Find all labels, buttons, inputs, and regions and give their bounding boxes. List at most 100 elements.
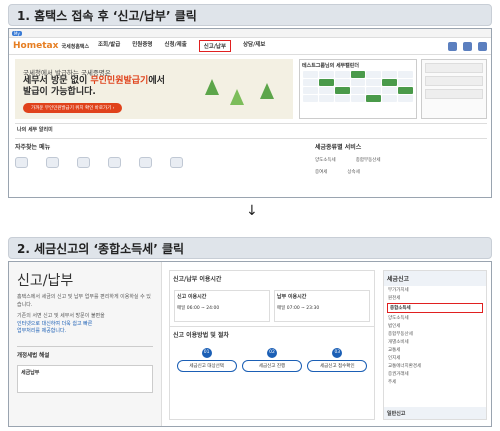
calendar-day[interactable]	[334, 87, 350, 94]
quick-menu-icon[interactable]	[170, 157, 183, 168]
banner-line2c: 에서	[148, 76, 165, 86]
calendar-day[interactable]	[398, 71, 413, 78]
step-label: 세금신고 대상선택	[176, 360, 237, 372]
pay-time-title: 납부 이용시간	[277, 294, 307, 300]
service-item[interactable]: 상속세	[347, 169, 359, 175]
tax-report-sidebar: 세금신고 부가가치세 원천세 종합소득세 양도소득세 법인세 종합부동산세 개별…	[383, 270, 487, 420]
step2-heading-text: 2. 세금신고의 ‘종합소득세’ 클릭	[17, 241, 185, 256]
process-step[interactable]: 02 세금신고 진행	[241, 348, 302, 372]
menu-icon[interactable]	[478, 41, 487, 51]
sidebar-item[interactable]: 인지세	[384, 354, 486, 362]
banner-kiosk: 무인민원발급기	[90, 76, 149, 86]
tax-payment-label: 세금납부	[21, 369, 40, 376]
calendar-day[interactable]	[366, 95, 382, 102]
nav-consult[interactable]: 상담/제보	[243, 40, 265, 52]
sidebar-item[interactable]: 법인세	[384, 322, 486, 330]
calendar-day[interactable]	[398, 79, 413, 86]
calendar-day[interactable]	[382, 87, 398, 94]
report-time-box: 신고 이용시간매일 06:00 ~ 24:00	[174, 290, 270, 322]
calendar-day[interactable]	[318, 95, 334, 102]
pay-time-box: 납부 이용시간매일 07:00 ~ 23:30	[274, 290, 370, 322]
calendar-day[interactable]	[366, 79, 382, 86]
calendar-day[interactable]	[303, 87, 318, 94]
calendar-day[interactable]	[334, 71, 350, 78]
calendar-day[interactable]	[303, 95, 318, 102]
calendar-day[interactable]	[350, 79, 366, 86]
tax-payment-box[interactable]: 세금납부	[17, 364, 153, 393]
sidebar-item[interactable]: 교통세	[384, 346, 486, 354]
service-item[interactable]: 종합부동산세	[356, 157, 381, 163]
banner-line3: 발급이 가능합니다.	[23, 87, 96, 97]
quick-menu-icon[interactable]	[15, 157, 28, 168]
calendar-day[interactable]	[350, 71, 366, 78]
quick-menu-area: 자주찾는 메뉴 세금종류별 서비스 양도소득세 종합부동산세 증여세 상속세	[15, 142, 487, 196]
user-info-box	[425, 76, 483, 86]
calendar-day[interactable]	[398, 87, 413, 94]
process-step[interactable]: 01 세금신고 대상선택	[176, 348, 237, 372]
search-icon[interactable]	[463, 41, 472, 51]
report-time-title: 신고 이용시간	[177, 294, 207, 300]
step-number: 02	[266, 348, 277, 358]
sidebar-item[interactable]: 양도소득세	[384, 314, 486, 322]
report-time-value: 매일 06:00 ~ 24:00	[177, 306, 220, 311]
sidebar-item[interactable]: 주세	[384, 378, 486, 386]
report-desc4: 업무처리를 제공합니다.	[17, 328, 67, 334]
calendar-day[interactable]	[334, 79, 350, 86]
hometax-screenshot: My Hometax 국세청홈택스 조회/발급 민원증명 신청/제출 신고/납부…	[8, 28, 492, 198]
sidebar-item[interactable]: 부가가치세	[384, 286, 486, 294]
sidebar-item[interactable]: 원천세	[384, 294, 486, 302]
calendar-day[interactable]	[318, 71, 334, 78]
report-title: 신고/납부	[17, 273, 74, 289]
hometax-logo[interactable]: Hometax 국세청홈택스	[13, 41, 98, 51]
service-item[interactable]: 양도소득세	[315, 157, 336, 163]
calendar-day[interactable]	[318, 87, 334, 94]
calendar-day[interactable]	[350, 87, 366, 94]
report-desc2: 기존의 서면 신고 및 세무서 방문이 불편을 인터넷으로 대신하여 더욱 쉽고 …	[9, 313, 161, 336]
calendar-day[interactable]	[382, 79, 398, 86]
calendar-day[interactable]	[366, 87, 382, 94]
calendar-day[interactable]	[366, 71, 382, 78]
calendar-day[interactable]	[382, 71, 398, 78]
process-step[interactable]: 03 세금신고 접수확인	[307, 348, 368, 372]
nav-apply[interactable]: 신청/제출	[165, 40, 187, 52]
calendar-day[interactable]	[350, 95, 366, 102]
tax-law-section[interactable]: 개정세법 해설	[17, 345, 153, 359]
calendar-day[interactable]	[318, 79, 334, 86]
nav-inquiry[interactable]: 조회/발급	[98, 40, 120, 52]
mysite-pill[interactable]: My	[12, 30, 22, 36]
quick-menu-icon[interactable]	[77, 157, 90, 168]
step2-heading: 2. 세금신고의 ‘종합소득세’ 클릭	[8, 237, 492, 259]
quick-menu-icon[interactable]	[139, 157, 152, 168]
calendar-day[interactable]	[398, 95, 413, 102]
sidebar-item[interactable]: 증권거래세	[384, 370, 486, 378]
logo-sub: 국세청홈택스	[61, 44, 90, 50]
pay-time-value: 매일 07:00 ~ 23:30	[277, 306, 320, 311]
certificate-banner: 국세청에서 발급하는 국세증명은 세무서 방문 없이 무인민원발급기에서 발급이 …	[15, 59, 293, 119]
nav-civil[interactable]: 민원증명	[132, 40, 152, 52]
service-title: 세금종류별 서비스	[315, 144, 362, 151]
calendar-day[interactable]	[303, 79, 318, 86]
calendar-day[interactable]	[303, 71, 318, 78]
quick-menu-icon[interactable]	[108, 157, 121, 168]
tax-service-list: 세금종류별 서비스 양도소득세 종합부동산세 증여세 상속세	[315, 142, 487, 175]
general-report-link[interactable]: 일반신고	[384, 407, 486, 419]
sidebar-title: 세금신고	[384, 271, 486, 286]
sidebar-item-income-tax[interactable]: 종합소득세	[387, 303, 483, 313]
sidebar-item[interactable]: 개별소비세	[384, 338, 486, 346]
nav-report-pay[interactable]: 신고/납부	[198, 40, 231, 52]
tax-alert-strip: 나의 세무 알리미	[15, 123, 487, 139]
calendar-day[interactable]	[334, 95, 350, 102]
sidebar-item[interactable]: 교통에너지환경세	[384, 362, 486, 370]
tree-illustration	[260, 83, 274, 99]
sidebar-item[interactable]: 종합부동산세	[384, 330, 486, 338]
user-info-box	[425, 63, 483, 73]
step1-heading: 1. 홈택스 접속 후 ‘신고/납부’ 클릭	[8, 4, 492, 26]
down-arrow-icon: ↓	[246, 203, 258, 219]
user-icon[interactable]	[448, 41, 457, 51]
calendar-day[interactable]	[382, 95, 398, 102]
report-intro-panel: 신고/납부 홈택스에서 세금의 신고 및 납부 업무를 편리하게 이용하실 수 …	[9, 262, 162, 426]
quick-menu-icon[interactable]	[46, 157, 59, 168]
service-item[interactable]: 증여세	[315, 169, 327, 175]
kiosk-location-button[interactable]: 가까운 무인민원발급기 위치 확인 바로가기 ›	[23, 103, 123, 113]
user-info-box	[425, 89, 483, 99]
